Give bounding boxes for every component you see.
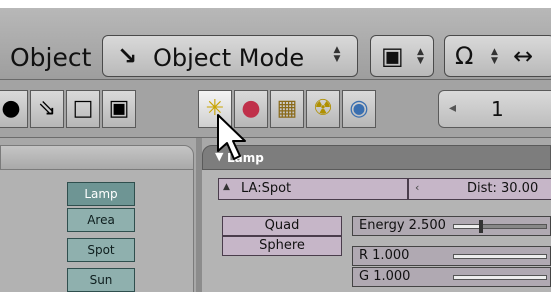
energy-slider[interactable]: Energy 2.500 [352,216,551,236]
scene-button[interactable]: ▣ [102,90,136,128]
g-fill [453,275,547,280]
edit-icon: □ [72,96,94,121]
g-slider[interactable]: G 1.000 [352,267,551,287]
header-bar: Object ↘ Object Mode ▲ ▼ ▣ ▲ ▼ Ω ▲ ▼ ↔ [0,8,551,80]
shading-button[interactable]: ● [0,90,28,128]
r-label: R 1.000 [359,248,410,263]
left-arrow-icon: ◂ [449,100,457,116]
lamp-type-spot[interactable]: Spot [67,238,135,262]
up-down-arrows-icon: ▲ ▼ [333,45,341,64]
lamp-panel: ▼ Lamp ▲ LA:Spot ‹ Dist: 30.00 Quad Sphe… [202,138,551,292]
energy-track [481,224,547,229]
radiosity-icon: ☢ [313,96,333,121]
manipulator-icon: ↔ [513,42,534,70]
sphere-button[interactable]: Sphere [222,236,342,256]
lamp-panel-header[interactable]: ▼ Lamp [202,145,551,170]
energy-fill [453,224,481,229]
buttons-header: ● ⇘ □ ▣ ✳ ● ▦ ☢ ◉ ◂ 1 [0,80,551,138]
r-fill [453,254,547,259]
lamp-type-area[interactable]: Area [67,208,135,232]
energy-label: Energy 2.500 [359,218,446,233]
cube-icon: ▣ [381,42,404,70]
world-button[interactable]: ◉ [342,90,376,128]
edit-button[interactable]: □ [66,90,100,128]
frame-counter[interactable]: ◂ 1 [438,90,551,128]
mode-selector[interactable]: ↘ Object Mode ▲ ▼ [102,35,358,77]
object-button[interactable]: ⇘ [30,90,64,128]
world-icon: ◉ [349,96,369,121]
quad-button[interactable]: Quad [222,216,342,236]
left-arrow-icon[interactable]: ‹ [415,181,419,194]
lamp-panel-body: ▲ LA:Spot ‹ Dist: 30.00 Quad Sphere Ener… [202,170,551,292]
energy-knob[interactable] [479,220,483,233]
pivot-icon: Ω [455,42,474,70]
up-down-arrows-icon: ▲ ▼ [417,47,424,66]
sphere-icon: ● [1,96,21,121]
mode-label: Object Mode [153,44,305,72]
object-icon: ⇘ [37,96,57,121]
dist-field[interactable]: ‹ Dist: 30.00 [408,178,551,200]
r-slider[interactable]: R 1.000 [352,246,551,266]
texture-icon: ▦ [276,96,298,121]
lamp-name-text: LA:Spot [241,181,292,196]
texture-button[interactable]: ▦ [270,90,304,128]
scene-icon: ▣ [108,96,130,121]
object-mode-icon: ↘ [117,42,138,70]
left-panel-tab [0,145,194,170]
mouse-cursor-icon [217,114,246,160]
dist-value: Dist: 30.00 [467,181,539,196]
blender-window: Object ↘ Object Mode ▲ ▼ ▣ ▲ ▼ Ω ▲ ▼ ↔ ● ⇘ … [0,0,551,292]
draw-type-selector[interactable]: ▣ ▲ ▼ [370,35,434,77]
object-menu[interactable]: Object [10,43,91,72]
left-panel-body: Lamp Area Spot Sun [0,170,194,292]
g-label: G 1.000 [359,269,411,284]
lamp-name-field[interactable]: ▲ LA:Spot [218,178,408,200]
pivot-selector[interactable]: Ω ▲ ▼ ↔ [444,35,551,77]
lamp-type-sun[interactable]: Sun [67,268,135,292]
frame-value: 1 [491,97,504,121]
browse-arrows-icon[interactable]: ▲ [223,182,230,192]
radiosity-button[interactable]: ☢ [306,90,340,128]
lamp-type-panel: Lamp Area Spot Sun [0,138,196,292]
lamp-type-lamp[interactable]: Lamp [67,182,135,206]
up-down-arrows-icon: ▲ ▼ [491,47,498,66]
